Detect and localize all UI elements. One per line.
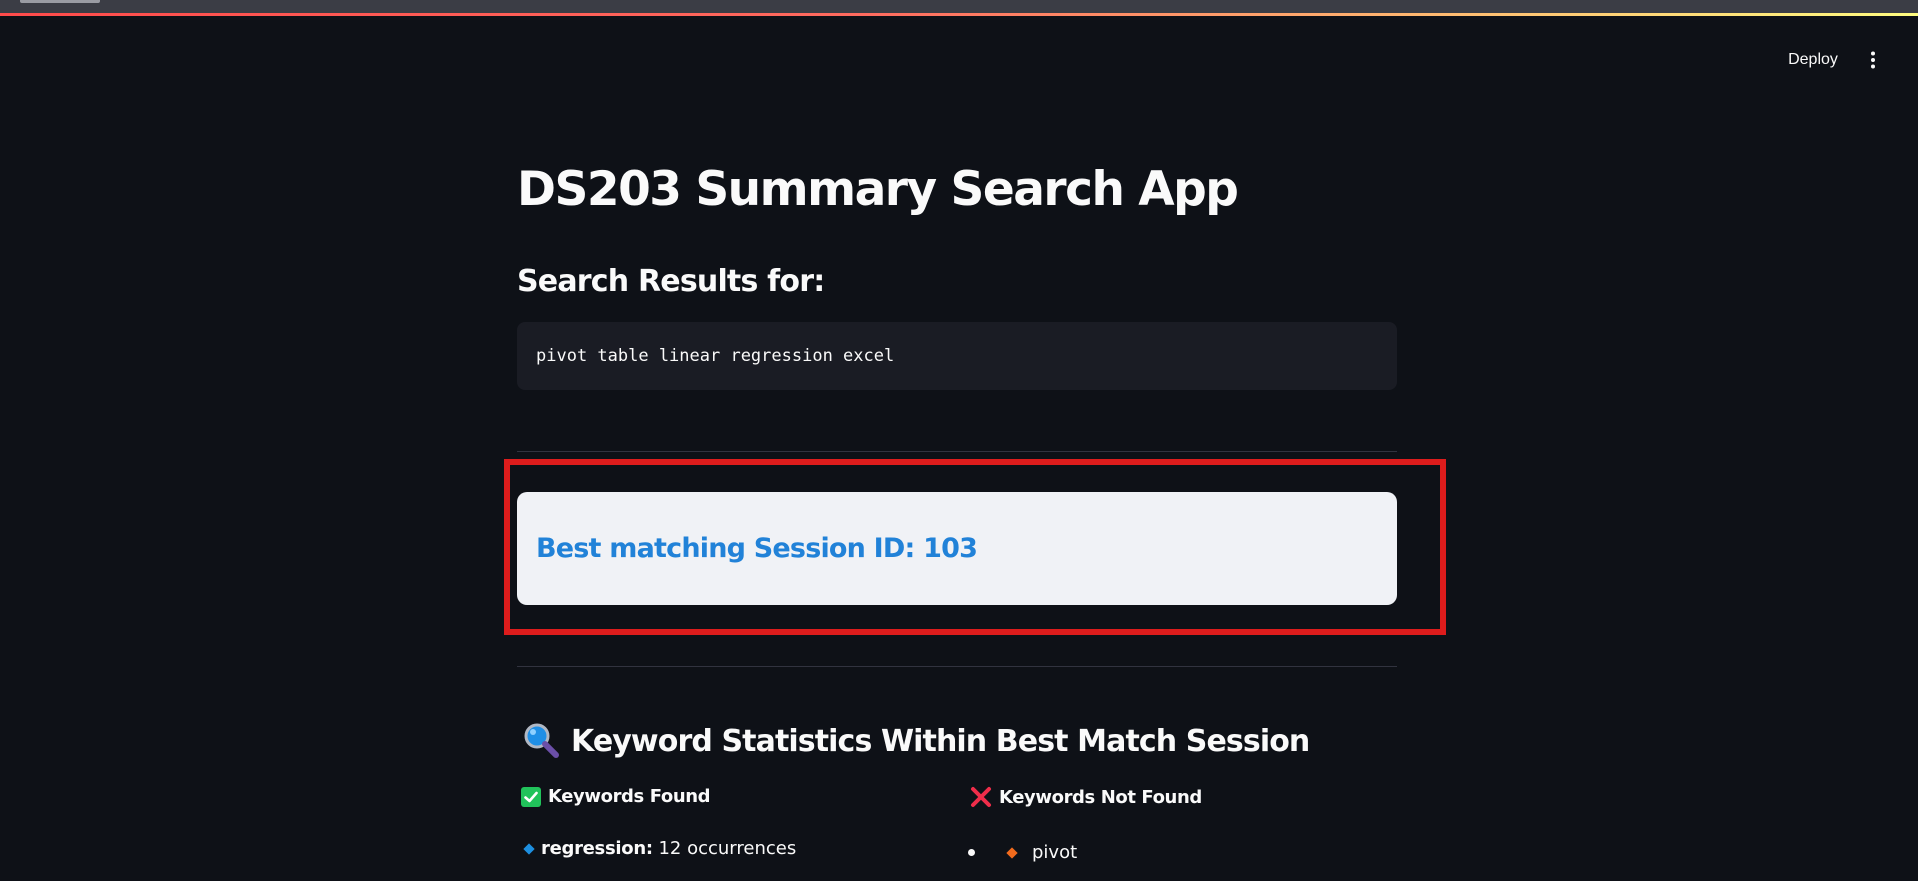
divider bbox=[517, 451, 1397, 452]
keywords-not-found-header: Keywords Not Found bbox=[970, 786, 1202, 808]
list-bullet bbox=[968, 849, 975, 856]
blue-diamond-icon bbox=[523, 842, 535, 855]
browser-tab-indicator bbox=[20, 0, 100, 3]
found-keyword-item: regression: 12 occurrences bbox=[523, 838, 797, 859]
divider bbox=[517, 666, 1397, 667]
keywords-not-found-label: Keywords Not Found bbox=[999, 786, 1202, 808]
search-results-heading: Search Results for: bbox=[517, 264, 825, 299]
query-code-block: pivot table linear regression excel bbox=[517, 322, 1397, 390]
check-box-icon bbox=[521, 786, 541, 807]
best-match-card: Best matching Session ID: 103 bbox=[517, 492, 1397, 605]
header-decoration-bar bbox=[0, 13, 1918, 16]
found-keyword-name: regression: bbox=[541, 838, 653, 859]
page-title: DS203 Summary Search App bbox=[517, 162, 1239, 217]
query-text: pivot table linear regression excel bbox=[536, 346, 895, 366]
magnifying-glass-icon bbox=[524, 723, 559, 758]
best-match-session-text: Best matching Session ID: 103 bbox=[536, 533, 978, 564]
keywords-found-label: Keywords Found bbox=[548, 786, 711, 807]
more-vertical-icon bbox=[1871, 51, 1875, 69]
not-found-keyword-item: pivot bbox=[968, 842, 1077, 863]
keywords-found-header: Keywords Found bbox=[521, 786, 711, 807]
browser-top-bar bbox=[0, 0, 1918, 14]
not-found-keyword-name: pivot bbox=[1032, 842, 1078, 863]
orange-diamond-icon bbox=[1006, 846, 1018, 859]
deploy-button[interactable]: Deploy bbox=[1772, 44, 1854, 76]
main-menu-button[interactable] bbox=[1858, 44, 1888, 76]
found-keyword-count: 12 occurrences bbox=[658, 838, 797, 859]
keyword-stats-heading: Keyword Statistics Within Best Match Ses… bbox=[521, 721, 1310, 761]
keyword-stats-heading-text: Keyword Statistics Within Best Match Ses… bbox=[571, 723, 1310, 759]
cross-mark-icon bbox=[971, 787, 991, 807]
